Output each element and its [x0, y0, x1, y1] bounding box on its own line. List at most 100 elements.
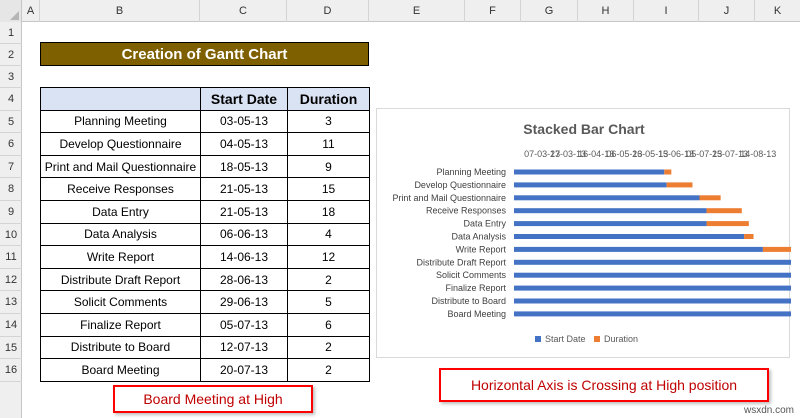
task-name-cell[interactable]: Distribute to Board: [40, 335, 201, 360]
bar-duration[interactable]: [706, 221, 749, 227]
column-header-j[interactable]: J: [699, 0, 755, 22]
header-cell-task[interactable]: [40, 87, 201, 111]
y-category-label[interactable]: Develop Questionnaire: [414, 180, 506, 190]
y-category-label[interactable]: Board Meeting: [447, 309, 506, 319]
start-date-cell[interactable]: 28-06-13: [200, 267, 288, 292]
task-name-cell[interactable]: Planning Meeting: [40, 109, 201, 134]
bar-duration[interactable]: [762, 246, 791, 252]
start-date-cell[interactable]: 05-07-13: [200, 312, 288, 337]
y-category-label[interactable]: Distribute to Board: [431, 296, 506, 306]
start-date-cell[interactable]: 14-06-13: [200, 245, 288, 269]
duration-cell[interactable]: 3: [287, 109, 370, 134]
row-header-15[interactable]: 15: [0, 337, 22, 360]
y-category-label[interactable]: Finalize Report: [445, 283, 506, 293]
row-header-11[interactable]: 11: [0, 246, 22, 269]
bar-start-date[interactable]: [514, 298, 791, 304]
row-header-16[interactable]: 16: [0, 359, 22, 382]
bar-start-date[interactable]: [514, 234, 745, 239]
duration-cell[interactable]: 2: [287, 335, 370, 360]
task-name-cell[interactable]: Solicit Comments: [40, 290, 201, 314]
row-header-14[interactable]: 14: [0, 314, 22, 337]
start-date-cell[interactable]: 20-07-13: [200, 358, 288, 382]
bar-start-date[interactable]: [514, 311, 791, 317]
header-cell-start-date[interactable]: Start Date: [200, 87, 288, 111]
bar-duration[interactable]: [744, 234, 754, 239]
chart-plot-area[interactable]: 07-03-1327-03-1316-04-1306-05-1326-05-13…: [377, 109, 791, 359]
row-header-8[interactable]: 8: [0, 178, 22, 201]
row-header-2[interactable]: 2: [0, 44, 22, 66]
task-name-cell[interactable]: Develop Questionnaire: [40, 132, 201, 156]
duration-cell[interactable]: 2: [287, 267, 370, 292]
stacked-bar-chart[interactable]: Stacked Bar Chart 07-03-13 27-03-13 16-04-…: [376, 108, 791, 359]
y-category-label[interactable]: Data Entry: [463, 219, 506, 229]
row-header-13[interactable]: 13: [0, 291, 22, 314]
column-header-e[interactable]: E: [369, 0, 465, 22]
y-category-label[interactable]: Data Analysis: [451, 232, 506, 242]
row-header-3[interactable]: 3: [0, 66, 22, 88]
start-date-cell[interactable]: 06-06-13: [200, 222, 288, 247]
bar-duration[interactable]: [699, 195, 721, 201]
task-name-cell[interactable]: Write Report: [40, 245, 201, 269]
column-header-k[interactable]: K: [755, 0, 800, 22]
duration-cell[interactable]: 2: [287, 358, 370, 382]
start-date-cell[interactable]: 04-05-13: [200, 132, 288, 156]
row-header-10[interactable]: 10: [0, 224, 22, 247]
bar-start-date[interactable]: [514, 169, 665, 175]
start-date-cell[interactable]: 21-05-13: [200, 199, 288, 224]
select-all-corner[interactable]: [0, 0, 22, 22]
duration-cell[interactable]: 12: [287, 245, 370, 269]
y-category-label[interactable]: Distribute Draft Report: [416, 257, 506, 267]
duration-cell[interactable]: 18: [287, 199, 370, 224]
legend-label-duration[interactable]: Duration: [604, 334, 638, 344]
header-cell-duration[interactable]: Duration: [287, 87, 370, 111]
row-header-1[interactable]: 1: [0, 22, 22, 44]
duration-cell[interactable]: 6: [287, 312, 370, 337]
bar-duration[interactable]: [706, 208, 742, 214]
start-date-cell[interactable]: 29-06-13: [200, 290, 288, 314]
column-header-i[interactable]: I: [634, 0, 699, 22]
duration-cell[interactable]: 15: [287, 177, 370, 201]
duration-cell[interactable]: 4: [287, 222, 370, 247]
bar-start-date[interactable]: [514, 259, 791, 265]
legend-label-start-date[interactable]: Start Date: [545, 334, 586, 344]
bar-duration[interactable]: [664, 169, 672, 175]
bar-start-date[interactable]: [514, 246, 763, 252]
row-header-9[interactable]: 9: [0, 201, 22, 224]
task-name-cell[interactable]: Print and Mail Questionnaire: [40, 154, 201, 179]
sheet-title-cell[interactable]: Creation of Gantt Chart: [40, 42, 369, 66]
duration-cell[interactable]: 11: [287, 132, 370, 156]
start-date-cell[interactable]: 12-07-13: [200, 335, 288, 360]
x-tick-label[interactable]: 14-08-13: [740, 149, 776, 159]
row-header-12[interactable]: 12: [0, 269, 22, 292]
row-header-5[interactable]: 5: [0, 111, 22, 134]
task-name-cell[interactable]: Distribute Draft Report: [40, 267, 201, 292]
y-category-label[interactable]: Solicit Comments: [436, 270, 507, 280]
task-name-cell[interactable]: Data Entry: [40, 199, 201, 224]
bar-duration[interactable]: [666, 182, 693, 188]
bar-start-date[interactable]: [514, 182, 667, 188]
start-date-cell[interactable]: 18-05-13: [200, 154, 288, 179]
bar-start-date[interactable]: [514, 208, 707, 214]
column-header-h[interactable]: H: [578, 0, 634, 22]
column-header-a[interactable]: A: [22, 0, 40, 22]
y-category-label[interactable]: Planning Meeting: [436, 167, 506, 177]
start-date-cell[interactable]: 03-05-13: [200, 109, 288, 134]
column-header-f[interactable]: F: [465, 0, 521, 22]
bar-start-date[interactable]: [514, 272, 791, 278]
y-category-label[interactable]: Write Report: [456, 244, 507, 254]
bar-start-date[interactable]: [514, 285, 791, 291]
row-header-7[interactable]: 7: [0, 156, 22, 179]
column-header-b[interactable]: B: [40, 0, 200, 22]
row-header-6[interactable]: 6: [0, 133, 22, 156]
duration-cell[interactable]: 5: [287, 290, 370, 314]
task-name-cell[interactable]: Board Meeting: [40, 358, 201, 382]
task-name-cell[interactable]: Data Analysis: [40, 222, 201, 247]
task-name-cell[interactable]: Finalize Report: [40, 312, 201, 337]
column-header-g[interactable]: G: [521, 0, 578, 22]
y-category-label[interactable]: Print and Mail Questionnaire: [392, 193, 506, 203]
duration-cell[interactable]: 9: [287, 154, 370, 179]
column-header-d[interactable]: D: [287, 0, 369, 22]
bar-start-date[interactable]: [514, 221, 707, 227]
bar-start-date[interactable]: [514, 195, 700, 201]
start-date-cell[interactable]: 21-05-13: [200, 177, 288, 201]
